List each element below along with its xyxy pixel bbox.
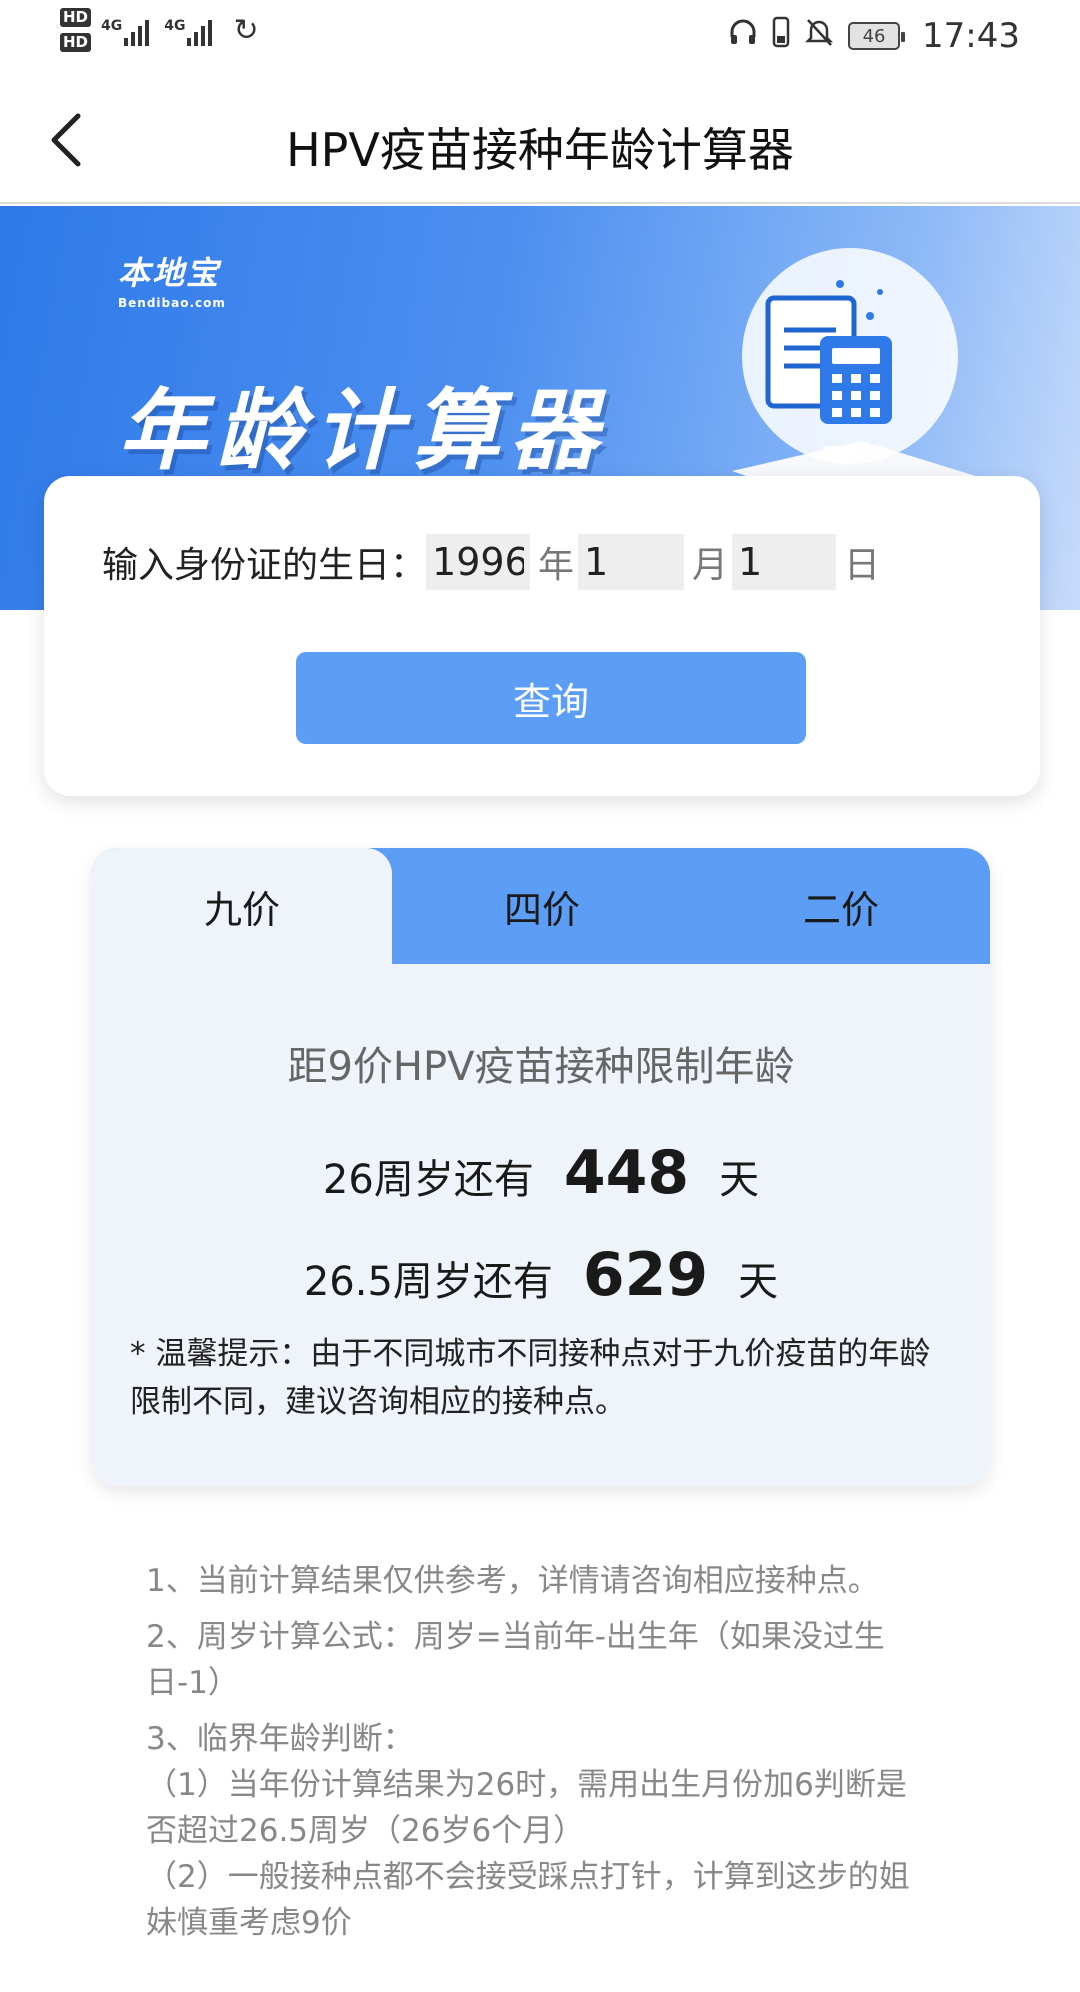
note-3-2: （2）一般接种点都不会接受踩点打针，计算到这步的姐妹慎重考虑9价: [146, 1859, 910, 1941]
app-header: HPV疫苗接种年龄计算器: [0, 80, 1080, 204]
hd-badge-2: HD: [60, 33, 92, 52]
logo-domain: Bendibao.com: [118, 296, 226, 310]
note-3-1: （1）当年份计算结果为26时，需用出生月份加6判断是否超过26.5周岁（26岁6…: [146, 1767, 907, 1849]
result-line-26: 26周岁还有 448 天: [92, 1138, 990, 1208]
clock: 17:43: [922, 16, 1020, 56]
birthdate-row: 输入身份证的生日： 年 月 日: [102, 534, 884, 590]
banner-title: 年龄计算器: [118, 379, 609, 482]
note-2: 2、周岁计算公式：周岁=当前年-出生年（如果没过生日-1）: [146, 1619, 885, 1701]
note-1: 1、当前计算结果仅供参考，详情请咨询相应接种点。: [146, 1563, 879, 1599]
day-input[interactable]: [732, 534, 837, 590]
month-input[interactable]: [578, 534, 685, 590]
result-26-5-days: 629: [582, 1240, 709, 1310]
tab-two-valent[interactable]: 二价: [692, 848, 990, 964]
battery-icon: 46: [848, 22, 906, 50]
notes: 1、当前计算结果仅供参考，详情请咨询相应接种点。 2、周岁计算公式：周岁=当前年…: [146, 1558, 936, 1946]
status-left: HD HD 4G 4G ↻: [60, 8, 259, 52]
result-26-label: 26周岁还有: [322, 1157, 534, 1203]
tab-nine-valent[interactable]: 九价: [92, 848, 392, 964]
page-title: HPV疫苗接种年龄计算器: [286, 123, 794, 177]
query-card: 输入身份证的生日： 年 月 日 查询: [44, 476, 1040, 796]
day-unit: 日: [844, 545, 881, 586]
hd-badge-1: HD: [60, 8, 92, 27]
hd-indicators: HD HD: [60, 8, 92, 52]
tab-four-valent[interactable]: 四价: [392, 848, 692, 964]
result-line-26-5: 26.5周岁还有 629 天: [92, 1240, 990, 1310]
month-unit: 月: [692, 545, 729, 586]
result-26-unit: 天: [719, 1157, 760, 1203]
vaccine-tabs: 九价 四价 二价: [92, 848, 990, 964]
headphones-icon: [728, 17, 758, 55]
result-26-5-label: 26.5周岁还有: [303, 1259, 553, 1305]
note-3: 3、临界年龄判断：: [146, 1721, 414, 1757]
result-26-5-unit: 天: [738, 1259, 779, 1305]
signal-icon-sim2: 4G: [164, 14, 215, 46]
network-type-sim1: 4G: [101, 18, 123, 34]
bendibao-logo: 本地宝 Bendibao.com: [118, 248, 226, 310]
wifi-sync-icon: ↻: [233, 12, 259, 48]
warm-tip: * 温馨提示：由于不同城市不同接种点对于九价疫苗的年龄限制不同，建议咨询相应的接…: [130, 1336, 931, 1420]
signal-icon-sim1: 4G: [101, 14, 152, 46]
query-button[interactable]: 查询: [296, 652, 806, 744]
bell-off-icon: [804, 16, 834, 56]
network-type-sim2: 4G: [164, 18, 186, 34]
logo-text: 本地宝: [118, 254, 221, 292]
year-unit: 年: [538, 545, 575, 586]
birthdate-label: 输入身份证的生日：: [102, 545, 427, 586]
result-26-days: 448: [563, 1138, 690, 1208]
result-card: 九价 四价 二价 距9价HPV疫苗接种限制年龄 26周岁还有 448 天 26.…: [92, 848, 990, 1486]
result-heading: 距9价HPV疫苗接种限制年龄: [287, 1044, 795, 1090]
status-bar: HD HD 4G 4G ↻ 46 17:43: [0, 0, 1080, 80]
status-right: 46 17:43: [728, 16, 1020, 56]
year-input[interactable]: [426, 534, 531, 590]
phone-icon: [772, 16, 790, 56]
